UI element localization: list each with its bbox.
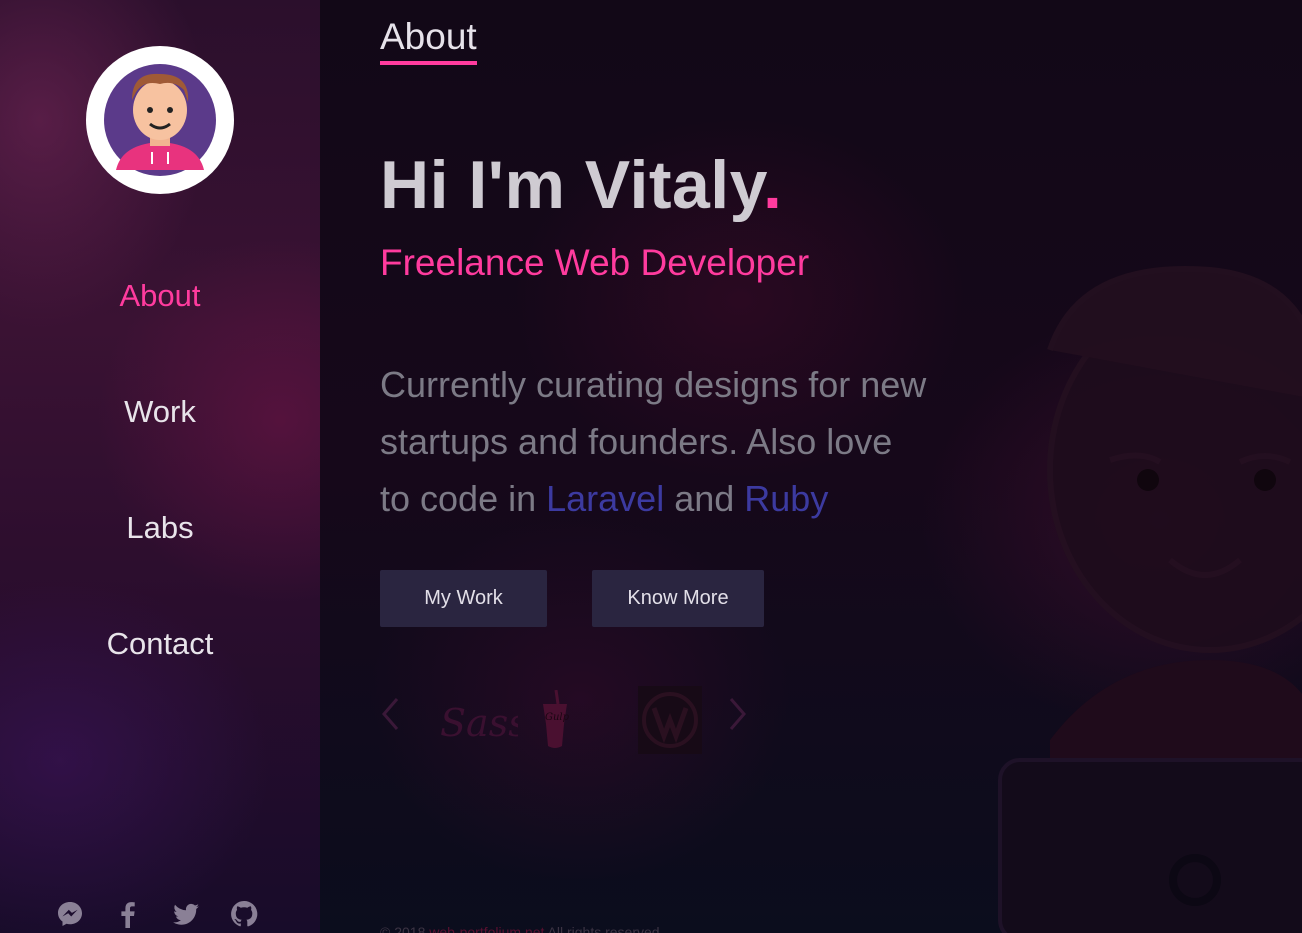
sass-logo: Sass	[438, 692, 528, 752]
twitter-icon[interactable]	[172, 900, 200, 928]
job-title: Freelance Web Developer	[380, 242, 810, 283]
ruby-link[interactable]: Ruby	[744, 478, 828, 519]
section-title: About	[380, 16, 477, 65]
messenger-icon[interactable]	[56, 900, 84, 928]
main-content: About Hi I'm Vitaly. Freelance Web Devel…	[320, 0, 1302, 933]
facebook-icon[interactable]	[114, 900, 142, 928]
my-work-button[interactable]: My Work	[380, 570, 547, 627]
nav-labs[interactable]: Labs	[0, 510, 320, 546]
laravel-link[interactable]: Laravel	[546, 478, 664, 519]
bio-line: Currently curating designs for new	[380, 364, 927, 405]
gulp-logo: Gulp	[540, 689, 570, 752]
know-more-button[interactable]: Know More	[592, 570, 764, 627]
nav-work[interactable]: Work	[0, 394, 320, 430]
chevron-left-icon[interactable]	[380, 696, 400, 742]
social-links	[56, 900, 258, 928]
footer-rights: All rights reserved	[544, 924, 660, 933]
tech-carousel: Sass Gulp	[380, 686, 760, 756]
greeting-text: Hi I'm Vitaly	[380, 147, 763, 223]
sidebar: About Work Labs Contact	[0, 0, 320, 933]
nav-about[interactable]: About	[0, 278, 320, 314]
avatar-illustration	[104, 64, 216, 176]
greeting-dot: .	[762, 147, 783, 223]
chevron-right-icon[interactable]	[728, 696, 748, 742]
wordpress-logo	[638, 686, 702, 754]
github-icon[interactable]	[230, 900, 258, 928]
footer: © 2018 web-portfolium.net All rights res…	[380, 924, 660, 933]
sass-logo-text: Sass	[440, 701, 518, 745]
background-character-illustration	[990, 240, 1302, 933]
avatar	[86, 46, 234, 194]
gulp-logo-text: Gulp	[545, 712, 570, 723]
bio-text: and	[664, 478, 745, 519]
footer-site-link[interactable]: web-portfolium.net	[429, 924, 544, 933]
bio-line: startups and founders. Also love	[380, 421, 893, 462]
page-title: Hi I'm Vitaly.	[380, 146, 782, 224]
bio-paragraph: Currently curating designs for new start…	[380, 356, 960, 527]
footer-copyright: © 2018	[380, 924, 430, 933]
bio-line: to code in Laravel and Ruby	[380, 470, 960, 527]
bio-text: to code in	[380, 478, 547, 519]
nav-contact[interactable]: Contact	[0, 626, 320, 662]
